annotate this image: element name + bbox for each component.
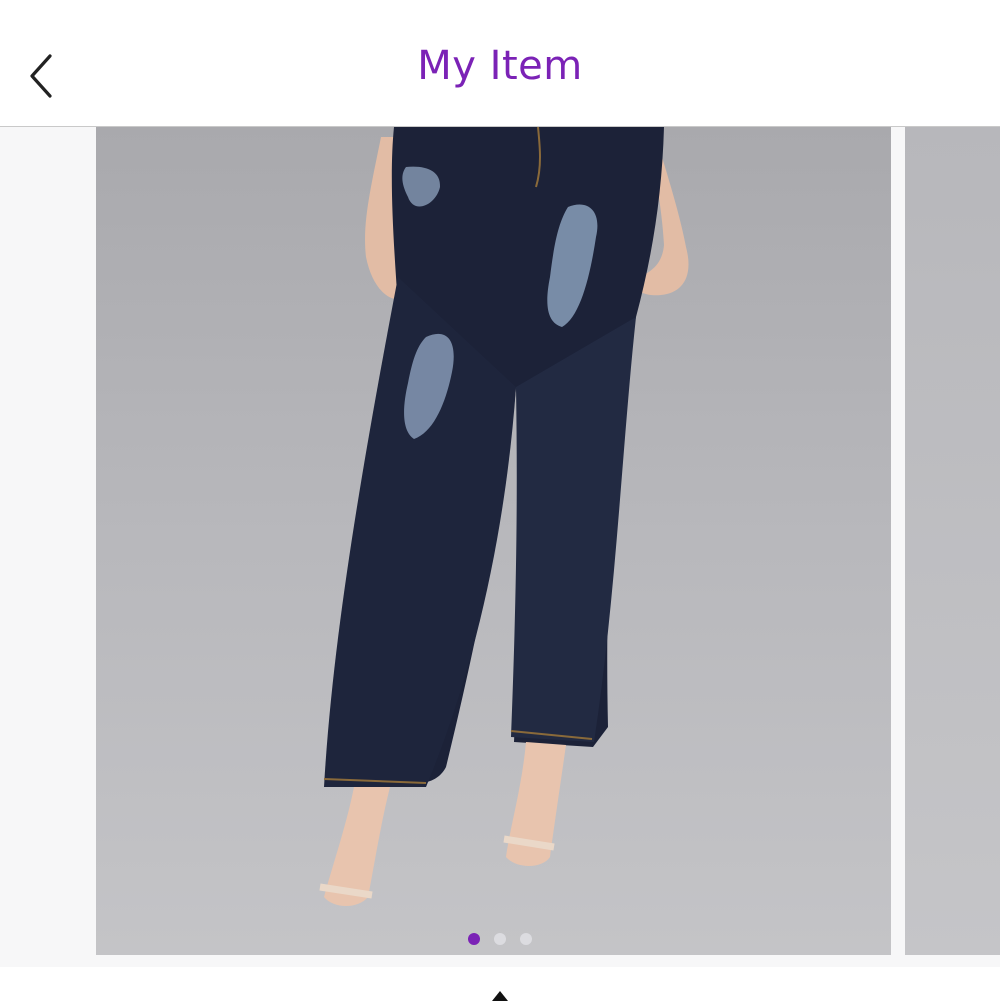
page-title: My Item: [417, 43, 583, 89]
product-image[interactable]: [96, 127, 891, 955]
jeans-illustration: [319, 127, 689, 906]
pagination-dot-3[interactable]: [520, 933, 532, 945]
header: My Item: [0, 0, 1000, 127]
image-gallery[interactable]: [0, 127, 1000, 967]
pagination-dots: [0, 933, 1000, 947]
bottom-bar: [0, 967, 1000, 1001]
pagination-dot-2[interactable]: [494, 933, 506, 945]
pagination-dot-1[interactable]: [468, 933, 480, 945]
next-product-image[interactable]: [905, 127, 1000, 955]
